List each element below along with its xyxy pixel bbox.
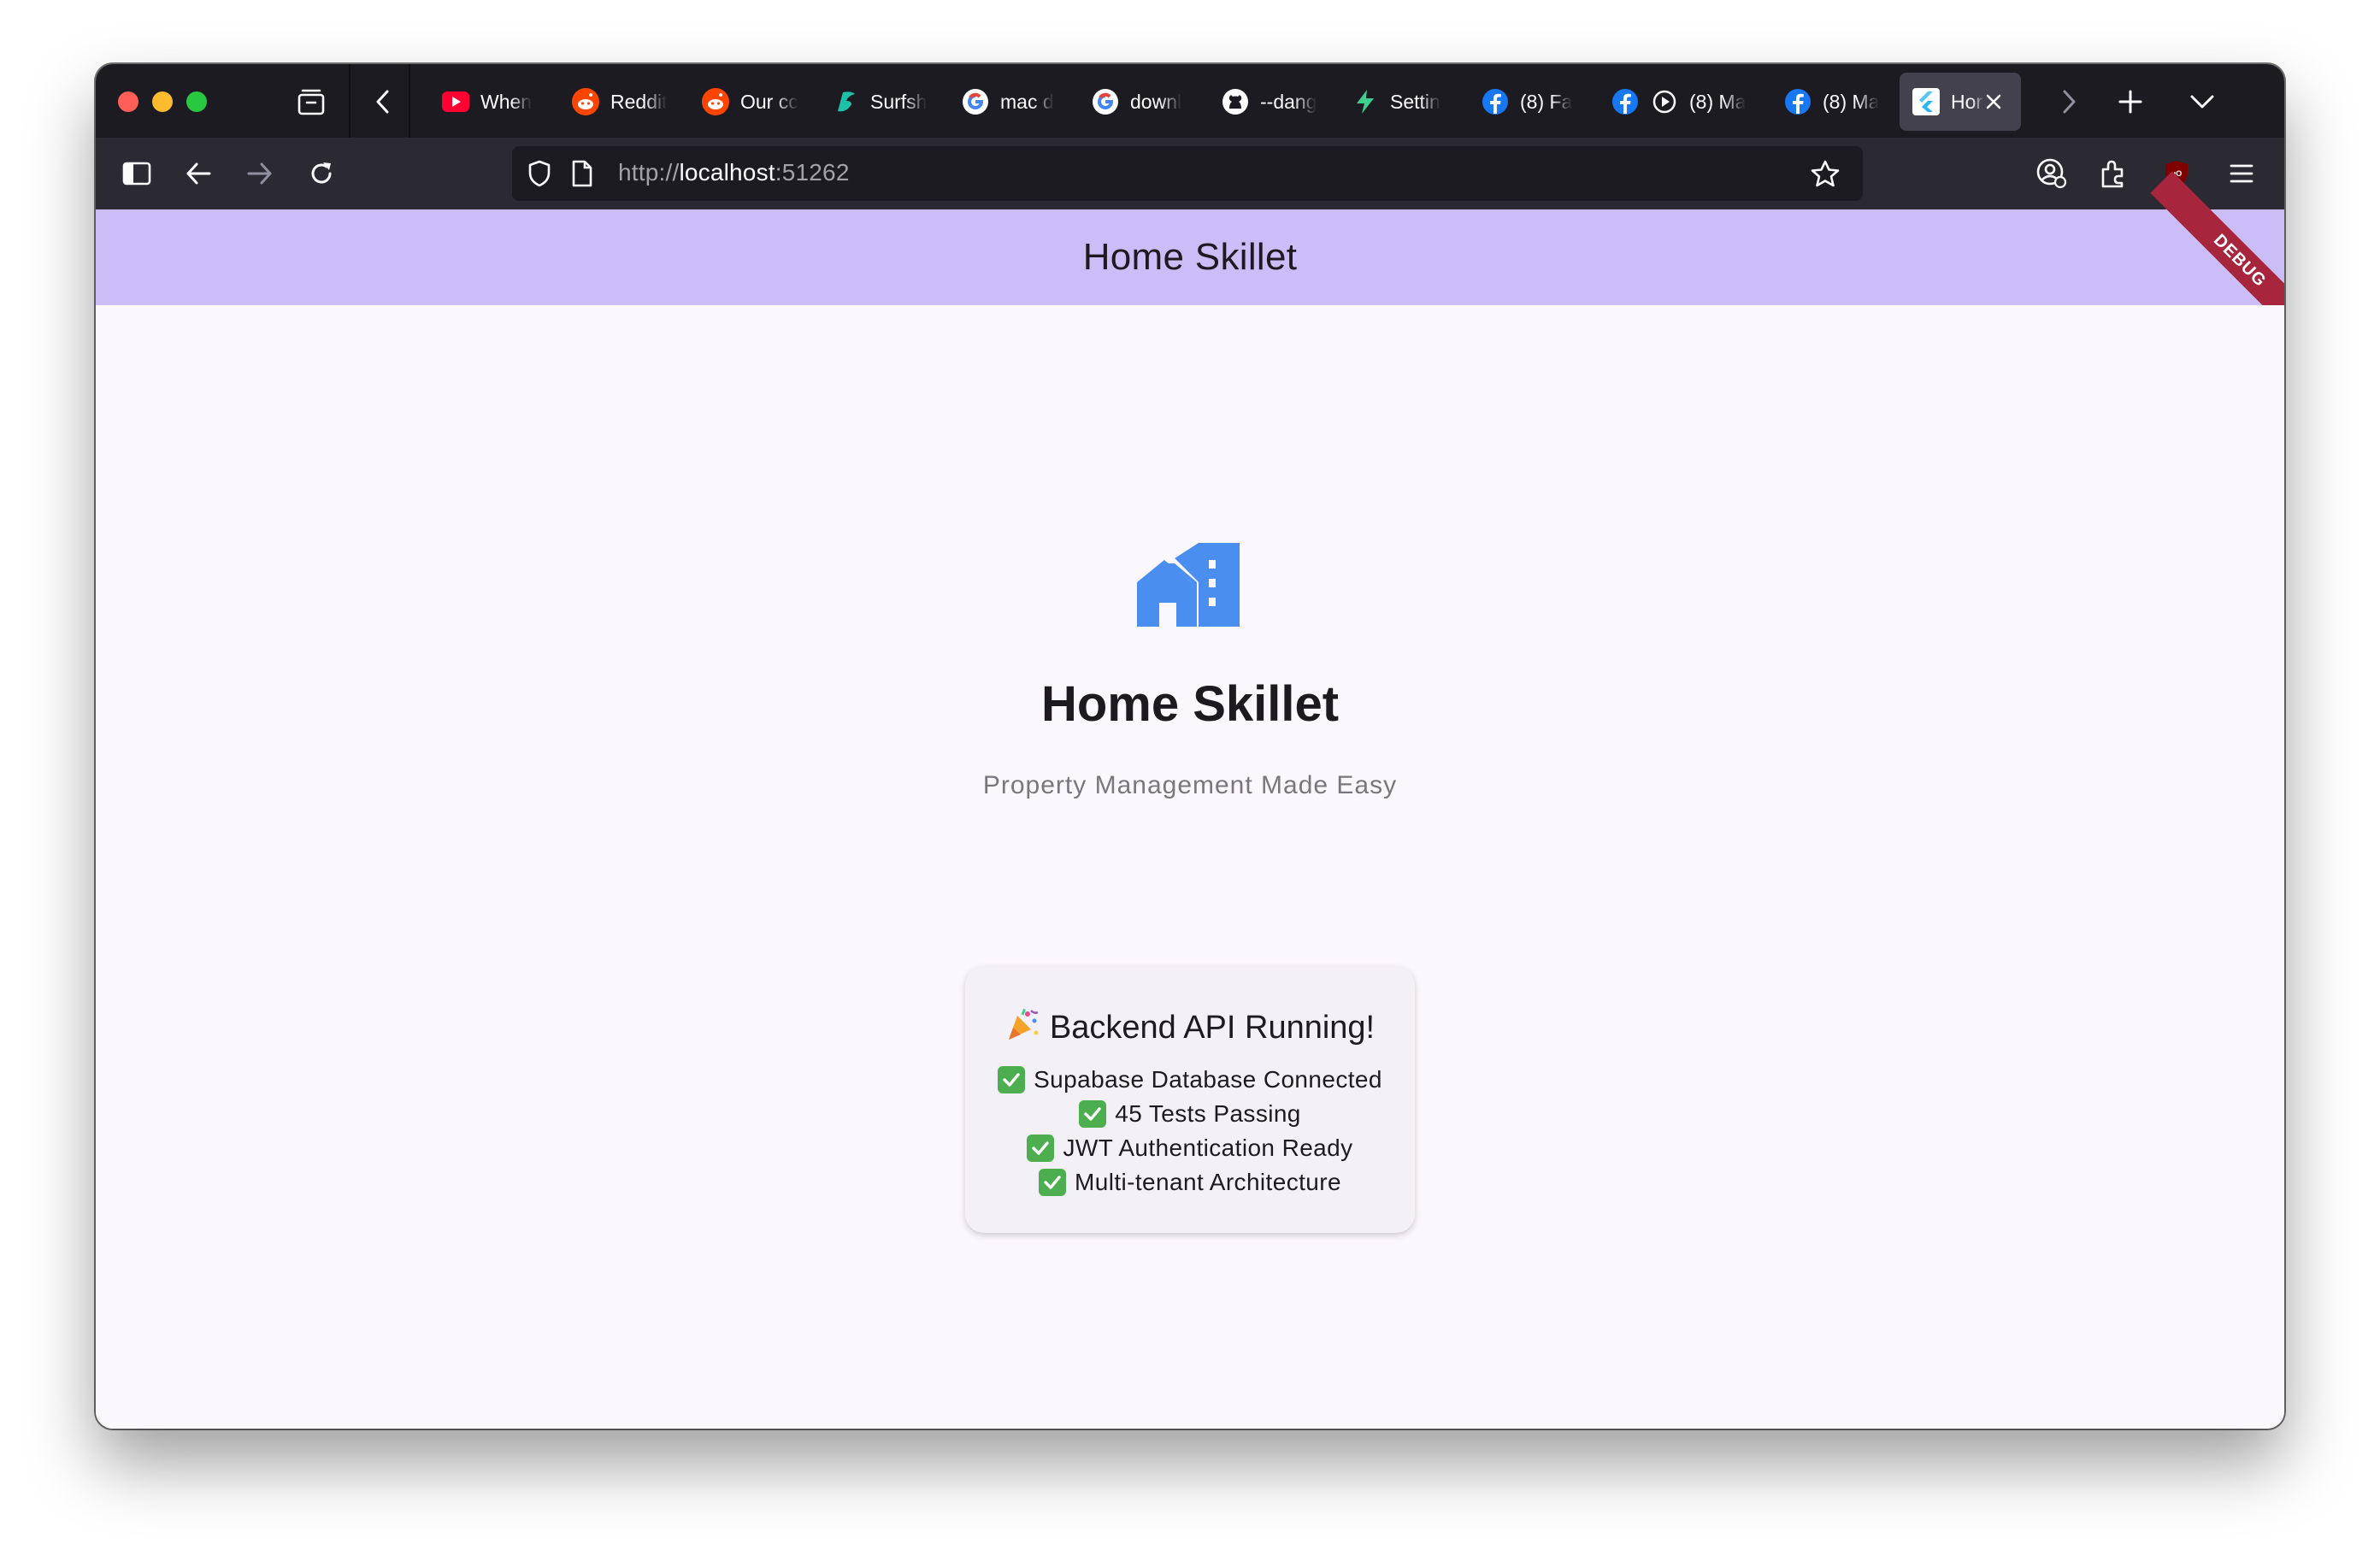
status-item-auth: JWT Authentication Ready bbox=[965, 1131, 1415, 1165]
tracking-protection-shield-icon[interactable] bbox=[521, 155, 558, 192]
sidebar-toggle-icon[interactable] bbox=[118, 155, 156, 192]
list-all-tabs-icon[interactable] bbox=[2183, 83, 2221, 121]
zoom-window-button[interactable] bbox=[186, 91, 207, 112]
url-bar[interactable]: http://localhost:51262 bbox=[512, 146, 1863, 201]
youtube-icon bbox=[441, 87, 470, 116]
tab-facebook-3[interactable]: (8) Ma bbox=[1771, 73, 1900, 131]
account-icon[interactable] bbox=[2033, 155, 2071, 192]
status-list: Supabase Database Connected 45 Tests Pas… bbox=[965, 1063, 1415, 1199]
tab-label: mac d bbox=[1000, 90, 1054, 113]
check-mark-icon bbox=[1079, 1100, 1107, 1128]
tab-bar-separator bbox=[409, 64, 410, 138]
google-icon bbox=[961, 87, 990, 116]
check-mark-icon bbox=[1027, 1135, 1055, 1162]
app-bar: Home Skillet DEBUG bbox=[96, 171, 2284, 351]
status-item-label: JWT Authentication Ready bbox=[1063, 1135, 1353, 1161]
close-window-button[interactable] bbox=[118, 91, 138, 112]
url-port: :51262 bbox=[775, 159, 850, 186]
url-text[interactable]: http://localhost:51262 bbox=[618, 159, 850, 186]
minimize-window-button[interactable] bbox=[152, 91, 173, 112]
tab-label: Reddit bbox=[610, 90, 668, 113]
tab-label: downl bbox=[1130, 90, 1182, 113]
tab-google-download[interactable]: downl bbox=[1079, 73, 1207, 131]
tab-label: Settin bbox=[1390, 90, 1440, 113]
tab-settings[interactable]: Settin bbox=[1339, 73, 1467, 131]
status-card-title-text: Backend API Running! bbox=[1049, 1010, 1376, 1046]
tab-overview-icon[interactable] bbox=[292, 83, 330, 121]
check-mark-icon bbox=[998, 1066, 1026, 1093]
facebook-icon bbox=[1481, 87, 1510, 116]
forward-icon[interactable] bbox=[241, 155, 279, 192]
tab-youtube[interactable]: When bbox=[429, 73, 557, 131]
nav-toolbar: http://localhost:51262 uO bbox=[96, 138, 2284, 209]
facebook-icon bbox=[1783, 87, 1812, 116]
tab-bar: When Reddit Our cc Surfsh mac d downl --… bbox=[96, 64, 2284, 138]
status-card: Backend API Running! Supabase Database C… bbox=[965, 966, 1415, 1233]
tab-reddit-2[interactable]: Our cc bbox=[689, 73, 817, 131]
tab-surfshark[interactable]: Surfsh bbox=[819, 73, 947, 131]
url-scheme: http:// bbox=[618, 159, 680, 186]
tab-bar-separator bbox=[349, 64, 351, 138]
new-tab-icon[interactable] bbox=[2112, 83, 2149, 121]
tab-label: (8) Fa bbox=[1520, 90, 1573, 113]
hero-title: Home Skillet bbox=[1040, 676, 1340, 732]
status-item-label: Supabase Database Connected bbox=[1034, 1066, 1382, 1093]
url-host: localhost bbox=[679, 159, 775, 186]
reload-icon[interactable] bbox=[303, 155, 340, 192]
browser-window: When Reddit Our cc Surfsh mac d downl --… bbox=[96, 64, 2284, 1429]
tab-label: Surfsh bbox=[870, 90, 928, 113]
tab-facebook-media[interactable]: (8) Ma bbox=[1599, 73, 1770, 131]
surfshark-icon bbox=[831, 87, 860, 116]
status-item-database: Supabase Database Connected bbox=[965, 1063, 1415, 1097]
bookmark-star-icon[interactable] bbox=[1806, 155, 1844, 192]
tab-label: (8) Ma bbox=[1689, 90, 1747, 113]
scroll-tabs-right-icon[interactable] bbox=[2050, 83, 2088, 121]
hero-subtitle: Property Management Made Easy bbox=[982, 771, 1398, 799]
tab-facebook[interactable]: (8) Fa bbox=[1469, 73, 1597, 131]
facebook-icon bbox=[1611, 87, 1640, 116]
playing-media-icon[interactable] bbox=[1650, 87, 1679, 116]
tab-label: (8) Ma bbox=[1823, 90, 1880, 113]
bolt-icon bbox=[1351, 87, 1380, 116]
status-item-tests: 45 Tests Passing bbox=[965, 1097, 1415, 1131]
home-work-icon bbox=[1137, 543, 1240, 627]
tab-home-skillet-active[interactable]: Hor bbox=[1900, 73, 2021, 131]
menu-hamburger-icon[interactable] bbox=[2223, 155, 2260, 192]
scroll-tabs-left-icon[interactable] bbox=[364, 83, 402, 121]
tab-label: When bbox=[480, 90, 533, 113]
status-item-label: Multi-tenant Architecture bbox=[1075, 1169, 1341, 1195]
status-item-architecture: Multi-tenant Architecture bbox=[965, 1165, 1415, 1199]
check-mark-icon bbox=[1039, 1169, 1067, 1196]
tab-google-mac[interactable]: mac d bbox=[949, 73, 1077, 131]
app-bar-title: Home Skillet bbox=[1082, 236, 1298, 278]
page-info-icon[interactable] bbox=[563, 155, 601, 192]
back-icon[interactable] bbox=[180, 155, 217, 192]
flutter-icon bbox=[1912, 87, 1941, 116]
extensions-icon[interactable] bbox=[2094, 155, 2132, 192]
close-tab-icon[interactable] bbox=[1978, 86, 2009, 117]
home-page-content: Home Skillet Property Management Made Ea… bbox=[96, 305, 2284, 1429]
tab-github[interactable]: --dang bbox=[1209, 73, 1337, 131]
github-icon bbox=[1221, 87, 1250, 116]
status-item-label: 45 Tests Passing bbox=[1115, 1100, 1301, 1127]
google-icon bbox=[1091, 87, 1120, 116]
tab-reddit[interactable]: Reddit bbox=[559, 73, 687, 131]
reddit-icon bbox=[701, 87, 730, 116]
tab-label: --dang bbox=[1260, 90, 1317, 113]
status-card-title: Backend API Running! bbox=[965, 1007, 1415, 1046]
tab-label: Our cc bbox=[740, 90, 798, 113]
party-popper-icon bbox=[1008, 1008, 1039, 1040]
reddit-icon bbox=[571, 87, 600, 116]
